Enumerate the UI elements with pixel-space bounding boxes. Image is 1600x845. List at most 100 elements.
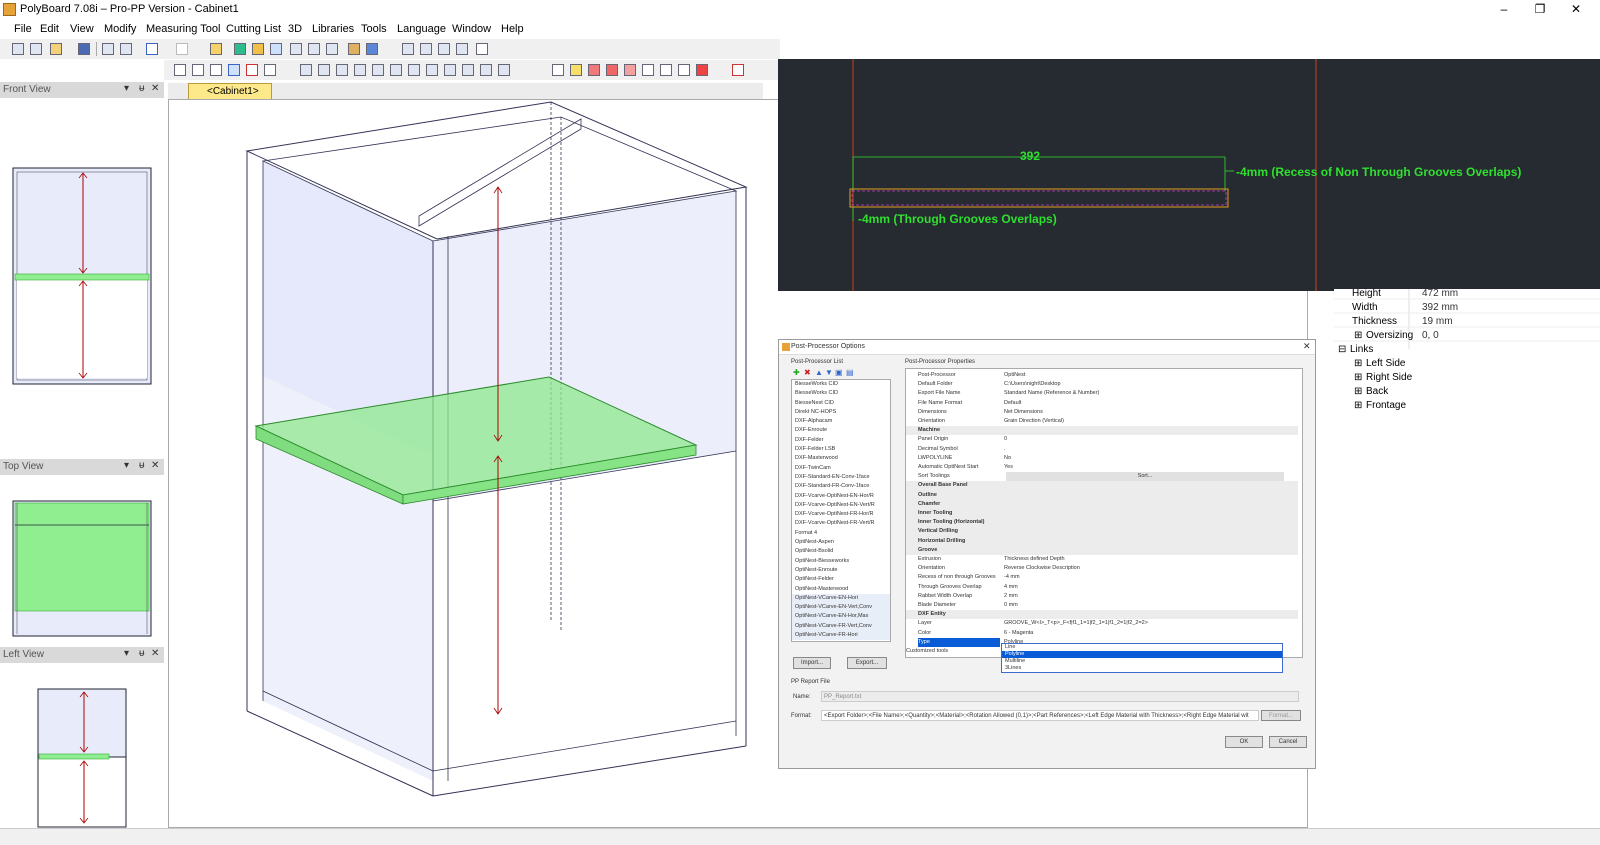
angle-dimension-icon[interactable] bbox=[228, 64, 240, 76]
property-value[interactable]: Grain Direction (Vertical) bbox=[1004, 417, 1064, 426]
pp-list-item[interactable]: OptiNest-Enroute bbox=[792, 566, 890, 575]
top-view-drawing[interactable] bbox=[0, 475, 164, 647]
properties-icon[interactable] bbox=[210, 43, 222, 55]
property-value[interactable]: Default bbox=[1004, 399, 1021, 408]
pp-list-item[interactable]: DXF-Vcarve-OptiNest-FR-Vert/R bbox=[792, 519, 890, 528]
pencil-icon[interactable] bbox=[348, 43, 360, 55]
split-icon[interactable] bbox=[372, 64, 384, 76]
property-value[interactable]: 2 mm bbox=[1004, 592, 1018, 601]
property-row[interactable]: Color 6 - Magenta bbox=[906, 629, 1298, 638]
property-row[interactable]: Layer GROOVE_W<l>_T<p>_F<f|f1_1=1|f2_1=1|… bbox=[906, 619, 1298, 628]
pp-list-item[interactable]: BiesseNest CID bbox=[792, 399, 890, 408]
maximize-button[interactable]: ❐ bbox=[1523, 1, 1557, 17]
property-row[interactable]: Orientation Grain Direction (Vertical) bbox=[906, 417, 1298, 426]
pp-list-item[interactable]: OptiNest-VCarve-FR-Hori bbox=[792, 631, 890, 641]
pp-list-item[interactable]: DXF-TwinCam bbox=[792, 464, 890, 473]
property-row[interactable]: Recess of non through Grooves -4 mm bbox=[906, 573, 1298, 582]
link-frontage[interactable]: Frontage bbox=[1366, 400, 1406, 411]
property-row[interactable]: Vertical Drilling bbox=[906, 527, 1298, 537]
pin-icon[interactable]: ᵾ bbox=[139, 648, 144, 659]
height-value[interactable]: 472 mm bbox=[1422, 288, 1458, 299]
menu-measuring-tool[interactable]: Measuring Tool bbox=[146, 23, 220, 35]
grid-icon[interactable] bbox=[336, 64, 348, 76]
pp-list-item[interactable]: Direkt NC-HOPS bbox=[792, 408, 890, 417]
pp-list-item[interactable]: OptiNest-Aspen bbox=[792, 538, 890, 547]
property-row[interactable]: LWPOLYLINE No bbox=[906, 454, 1298, 463]
expand-icon[interactable]: ⊞ bbox=[1354, 386, 1362, 397]
property-row[interactable]: Default Folder C:\Users\night\Desktop bbox=[906, 380, 1298, 389]
edge-icon[interactable] bbox=[570, 64, 582, 76]
expand-icon[interactable]: ⊞ bbox=[1354, 400, 1362, 411]
menu-edit[interactable]: Edit bbox=[40, 23, 59, 35]
pin-icon[interactable]: ᵾ bbox=[139, 83, 144, 94]
menu-window[interactable]: Window bbox=[452, 23, 491, 35]
property-row[interactable]: Inner Tooling bbox=[906, 509, 1298, 519]
zoom-out-icon[interactable] bbox=[420, 43, 432, 55]
drawers-icon[interactable] bbox=[480, 64, 492, 76]
front-view-drawing[interactable] bbox=[0, 98, 164, 460]
collapse-icon[interactable]: ⊟ bbox=[1338, 344, 1346, 355]
pp-list-item[interactable]: DXF-Standard-FR-Conv-1face bbox=[792, 482, 890, 491]
property-row[interactable]: Groove bbox=[906, 545, 1298, 555]
tool-icon[interactable] bbox=[678, 64, 690, 76]
property-row[interactable]: Automatic OptiNest Start Yes bbox=[906, 463, 1298, 472]
property-row[interactable]: Export File Name Standard Name (Reference… bbox=[906, 389, 1298, 398]
property-row[interactable]: Decimal Symbol. bbox=[906, 445, 1298, 454]
pp-list-item[interactable]: DXF-Standard-EN-Conv-1face bbox=[792, 473, 890, 482]
oversizing-value[interactable]: 0, 0 bbox=[1422, 330, 1439, 341]
property-row[interactable]: Extrusion Thickness defined Depth bbox=[906, 555, 1298, 564]
pp-list-item[interactable]: DXF-Masterwood bbox=[792, 454, 890, 463]
property-value[interactable]: OptiNest bbox=[1004, 371, 1025, 380]
pin-icon[interactable]: ᵾ bbox=[139, 460, 144, 471]
import-button[interactable]: Import... bbox=[793, 657, 831, 669]
pan-hand-icon[interactable] bbox=[476, 43, 488, 55]
expand-icon[interactable]: ⊞ bbox=[1354, 330, 1362, 341]
thickness-value[interactable]: 19 mm bbox=[1422, 316, 1453, 327]
property-row[interactable]: Overall Base Panel bbox=[906, 481, 1298, 491]
expand-icon[interactable]: ⊞ bbox=[1354, 372, 1362, 383]
pp-list-item[interactable]: OptiNest-VCarve-EN-Vert,Conv bbox=[792, 603, 890, 613]
zoom-extents-icon[interactable] bbox=[438, 43, 450, 55]
minimize-button[interactable]: – bbox=[1487, 1, 1521, 17]
property-row[interactable]: Dimensions Net Dimensions bbox=[906, 408, 1298, 417]
link-left-side[interactable]: Left Side bbox=[1366, 358, 1405, 369]
pp-properties-grid[interactable]: Post-Processor OptiNest Default Folder C:\U… bbox=[905, 368, 1303, 658]
list-icon[interactable] bbox=[290, 43, 302, 55]
pp-list-item[interactable]: OptiNest-VCarve-FR-Vert,Conv bbox=[792, 621, 890, 632]
pp-list-item[interactable]: Format 4 bbox=[792, 529, 890, 538]
copy-icon[interactable]: ▣ bbox=[835, 368, 843, 377]
property-value[interactable]: C:\Users\night\Desktop bbox=[1004, 380, 1061, 389]
pp-list[interactable]: BiesseWorks CID BiesseWorks CID BiesseNest… bbox=[791, 379, 891, 642]
drawer-icon[interactable] bbox=[462, 64, 474, 76]
arrow-select-icon[interactable] bbox=[264, 64, 276, 76]
property-row[interactable]: Inner Tooling (Horizontal) bbox=[906, 518, 1298, 528]
cabinet-icon[interactable] bbox=[234, 43, 246, 55]
property-row[interactable]: Machine bbox=[906, 426, 1298, 436]
link-right-side[interactable]: Right Side bbox=[1366, 372, 1412, 383]
panel-close-icon[interactable]: ✕ bbox=[151, 460, 159, 471]
pp-list-item[interactable]: OptiNest-Masterwood bbox=[792, 585, 890, 594]
property-value[interactable]: 0 mm bbox=[1004, 601, 1018, 610]
print-preview-icon[interactable] bbox=[120, 43, 132, 55]
report-format-field[interactable]: <Export Folder>;<File Name>;<Quantity>;<… bbox=[821, 710, 1259, 721]
property-value[interactable]: Sort... bbox=[1006, 472, 1284, 482]
menu-help[interactable]: Help bbox=[501, 23, 524, 35]
property-value[interactable]: 0 bbox=[1004, 435, 1007, 444]
property-row[interactable]: Blade Diameter 0 mm bbox=[906, 601, 1298, 610]
dropdown-option-3lines[interactable]: 3Lines bbox=[1002, 665, 1282, 672]
undo-icon[interactable] bbox=[146, 43, 158, 55]
pp-list-item[interactable]: DXF-Alphacam bbox=[792, 417, 890, 426]
pp-list-item[interactable]: OptiNest-Felder bbox=[792, 575, 890, 584]
close-window-button[interactable]: ✕ bbox=[1559, 1, 1593, 17]
expand-icon[interactable]: ⊞ bbox=[1354, 358, 1362, 369]
hardware-icon[interactable] bbox=[588, 64, 600, 76]
panel-close-icon[interactable]: ✕ bbox=[151, 83, 159, 94]
menu-3d[interactable]: 3D bbox=[288, 23, 302, 35]
ok-button[interactable]: OK bbox=[1225, 736, 1263, 748]
report-name-field[interactable]: PP_Report.txt bbox=[821, 691, 1299, 702]
property-value[interactable]: Yes bbox=[1004, 463, 1013, 472]
property-row[interactable]: Panel Origin 0 bbox=[906, 435, 1298, 444]
property-value[interactable]: -4 mm bbox=[1004, 573, 1020, 582]
property-row[interactable]: DXF Entity bbox=[906, 610, 1298, 620]
property-row[interactable]: Chamfer bbox=[906, 499, 1298, 509]
